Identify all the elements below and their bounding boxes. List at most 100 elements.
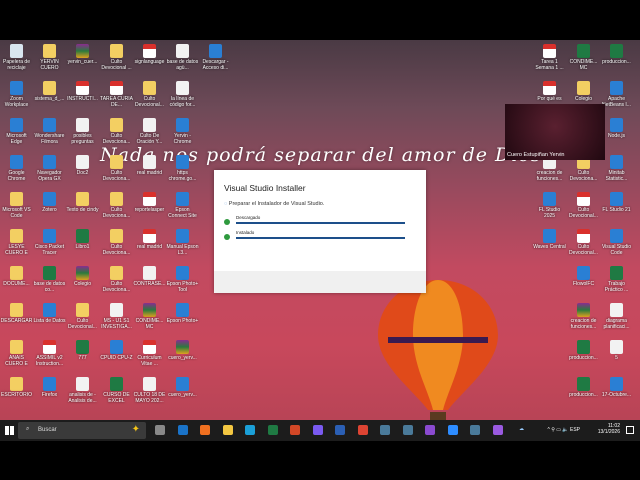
desktop-icon[interactable]: produccion... [600,44,633,65]
desktop-icon[interactable]: Lista de Datos [33,303,66,324]
desktop-icon[interactable]: LESYE CUERO E [0,229,33,256]
desktop-icon[interactable]: base de datos co... [33,266,66,293]
desktop-icon[interactable]: analisis de - Analisis de... [66,377,99,404]
desktop-icon[interactable]: Culto Devocional... [567,192,600,219]
desktop-icon[interactable]: Visual Studio Code [600,229,633,256]
desktop-icon[interactable]: MS - U1 S1 INVESTIGA... [100,303,133,330]
desktop-icon[interactable]: real madrid [133,155,166,176]
app-taskbar-icon[interactable] [402,425,413,435]
desktop-icon[interactable]: Microsoft VS Code [0,192,33,219]
desktop-icon[interactable]: INSTRUCTI... [66,81,99,102]
desktop-icon[interactable]: cuero_yerv... [166,340,199,361]
desktop-icon[interactable]: Zotero [33,192,66,213]
desktop-icon[interactable]: Libro1 [66,229,99,250]
desktop-icon[interactable]: CULTO 18 DE MAYO 202... [133,377,166,404]
desktop-icon[interactable]: Texto de cindy [66,192,99,213]
desktop-icon[interactable]: Culto Devociona... [100,192,133,219]
start-button[interactable] [5,426,14,435]
desktop-icon[interactable]: Por qué es [533,81,566,102]
desktop-icon[interactable]: CONTRASE... [133,266,166,287]
visual-studio-taskbar-icon[interactable] [425,425,435,435]
desktop-icon[interactable]: Papelera de reciclaje [0,44,33,71]
excel-taskbar-icon[interactable] [267,425,278,435]
desktop-icon[interactable]: https chrome.go... [166,155,199,182]
desktop-icon[interactable]: TAREA CURIA DE... [100,81,133,108]
search-box[interactable]: ⌕ Buscar ✦ [18,422,146,439]
desktop-icon[interactable]: ANAIS CUERO E [0,340,33,367]
desktop-icon[interactable]: Culto Devocional... [66,303,99,330]
task-view-taskbar-icon[interactable] [155,425,165,435]
desktop-icon[interactable]: Microsoft Edge [0,118,33,145]
desktop-icon[interactable]: Colegio [567,81,600,102]
language-indicator[interactable]: ESP [570,427,580,433]
desktop-icon[interactable]: Culto Devociona... [100,266,133,293]
desktop-icon[interactable]: Cisco Packet Tracer [33,229,66,256]
desktop-icon[interactable]: CONDIME... MC [567,44,600,71]
desktop-icon[interactable]: Culto De Oración Y... [133,118,166,145]
desktop-icon[interactable]: base de datos agü... [166,44,199,71]
desktop-icon[interactable]: Epson Photo+ [166,303,199,324]
desktop-icon[interactable]: yervin_cuer... [66,44,99,65]
desktop-icon[interactable]: Waves Central [533,229,566,250]
desktop-icon[interactable]: Descargar - Acceso di... [199,44,232,71]
firefox-taskbar-icon[interactable] [200,425,210,435]
desktop-icon[interactable]: Doc2 [66,155,99,176]
desktop-icon[interactable]: Navegador Opera GX [33,155,66,182]
chrome-taskbar-icon[interactable] [357,425,368,435]
desktop-icon[interactable]: ASSIMIL v2 Instruction... [33,340,66,367]
desktop-icon[interactable]: Tarea 1 Semana 1 ... [533,44,566,71]
file-explorer-taskbar-icon[interactable] [222,425,233,435]
video-call-overlay[interactable]: Cuero Estupiñan Yervin [505,104,605,160]
desktop-icon[interactable]: 777 [66,340,99,361]
desktop-icon[interactable]: DESCARGAR [0,303,33,324]
desktop-icon[interactable]: sistema_d_... [33,81,66,102]
desktop-icon[interactable]: 17-Octubre... [600,377,633,398]
desktop-icon[interactable]: Epson Photo+ Tool [166,266,199,293]
desktop-icon[interactable]: Firefox [33,377,66,398]
desktop-icon[interactable]: reportelasper [133,192,166,213]
desktop-icon[interactable]: DOCUME... [0,266,33,287]
powerpoint-taskbar-icon[interactable] [290,425,300,435]
desktop-icon[interactable]: Trabajo Práctico ... [600,266,633,293]
desktop-icon[interactable]: produccion... [567,340,600,361]
zoom-taskbar-icon[interactable] [447,425,458,435]
desktop-icon[interactable]: Curriculum Vitae ... [133,340,166,367]
desktop-icon[interactable]: posibles preguntas [66,118,99,145]
desktop-icon[interactable]: FL Studio 2025 [533,192,566,219]
desktop-icon[interactable]: Culto Devociona... [100,229,133,256]
desktop-icon[interactable]: Yervin - Chrome [166,118,199,145]
desktop-icon[interactable]: Culto Devocional... [567,229,600,256]
desktop-icon[interactable]: diagrama planificaci... [600,303,633,330]
desktop-icon[interactable]: Google Chrome [0,155,33,182]
notifications-icon[interactable] [626,426,634,434]
desktop-icon[interactable]: cuero_yerv... [166,377,199,398]
app-taskbar-icon[interactable] [380,425,390,435]
edge-taskbar-icon[interactable] [245,425,255,435]
desktop-icon[interactable]: FL Studio 21 [600,192,633,213]
desktop-icon[interactable]: CONDIME... MC [133,303,166,330]
clock-date[interactable]: 13/1/2026 [598,429,620,435]
desktop-icon[interactable]: produccion... [567,377,600,398]
desktop-icon[interactable]: Wondershare Filmora [33,118,66,145]
desktop-icon[interactable]: CURSO DE EXCEL [100,377,133,404]
word-taskbar-icon[interactable] [335,425,345,435]
copilot-taskbar-icon[interactable] [312,425,323,435]
desktop-icon[interactable]: Culto Devociona... [100,155,133,182]
system-tray[interactable]: ☁ ^ ⚲ ▭ 🔈 ESP 11:02 13/1/2026 [519,423,620,435]
desktop-icon[interactable]: Manual Epson L3... [166,229,199,256]
desktop-icon[interactable]: Culto Devocional ... [100,44,133,71]
desktop-icon[interactable]: Epson Connect Site [166,192,199,219]
app-taskbar-icon[interactable] [470,425,480,435]
desktop-icon[interactable]: Colegio [66,266,99,287]
desktop-icon[interactable]: creacion de funciones... [567,303,600,330]
desktop-icon[interactable]: Culto Devociona... [100,118,133,145]
desktop-icon[interactable]: ESCRITORIO [0,377,33,398]
desktop-icon[interactable]: 5 [600,340,633,361]
desktop-icon[interactable]: Culto Devocional... [133,81,166,108]
desktop-icon[interactable]: signlanguage [133,44,166,65]
desktop-icon[interactable]: YERVIN CUERO [33,44,66,71]
outlook-taskbar-icon[interactable] [177,425,188,435]
visual-studio-installer-taskbar-icon[interactable] [492,425,503,435]
desktop-icon[interactable]: FlowolFC [567,266,600,287]
desktop-icon[interactable]: Zoom Workplace [0,81,33,108]
